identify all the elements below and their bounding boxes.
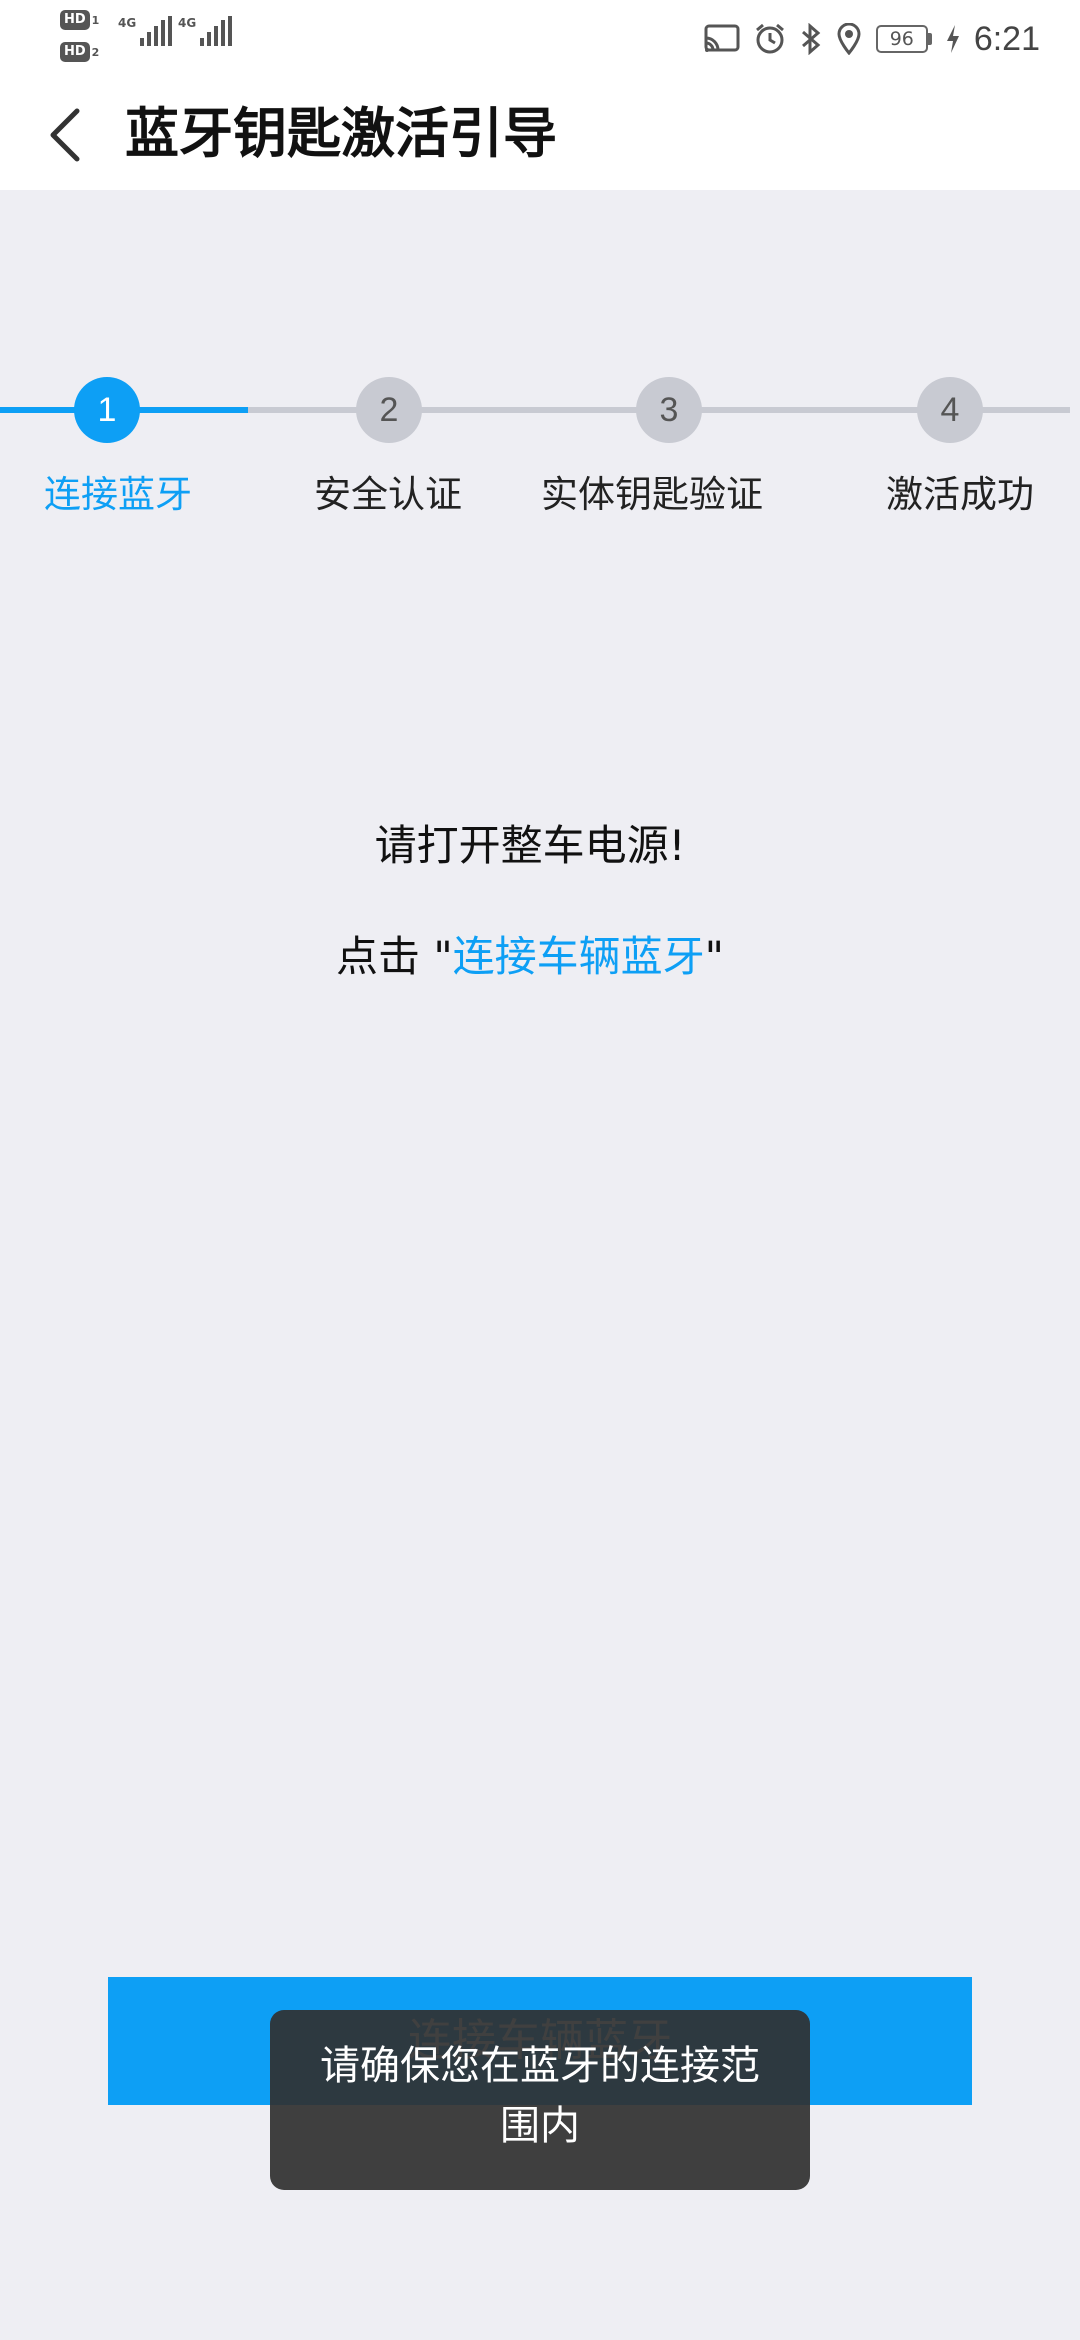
step-2-label: 安全认证 bbox=[314, 473, 462, 516]
connect-bluetooth-link[interactable]: 连接车辆蓝牙 bbox=[453, 932, 705, 981]
status-bar: HD 1 HD 2 4G 4G 96 6:21 bbox=[0, 0, 1080, 78]
step-2-circle: 2 bbox=[356, 377, 422, 443]
step-3-circle: 3 bbox=[636, 377, 702, 443]
step-1-label: 连接蓝牙 bbox=[44, 473, 192, 516]
signal-strength-2-icon: 4G bbox=[178, 16, 233, 46]
alarm-icon bbox=[755, 23, 784, 54]
sim1-hd-badge: HD 1 bbox=[60, 8, 112, 32]
clock: 6:21 bbox=[973, 19, 1040, 58]
status-icons: 96 6:21 bbox=[704, 14, 1040, 64]
step-1-circle: 1 bbox=[74, 377, 140, 443]
toast-message: 请确保您在蓝牙的连接范围内 bbox=[270, 2010, 810, 2190]
charging-icon bbox=[946, 25, 959, 53]
activation-stepper: 1 2 3 4 连接蓝牙 安全认证 实体钥匙验证 激活成功 bbox=[0, 370, 1080, 530]
chevron-left-icon bbox=[50, 108, 80, 162]
click-connect-instruction: 点击 "连接车辆蓝牙" bbox=[335, 932, 724, 981]
step-4-circle: 4 bbox=[917, 377, 983, 443]
step-3-label: 实体钥匙验证 bbox=[541, 473, 763, 516]
step-4-label: 激活成功 bbox=[886, 473, 1034, 516]
location-icon bbox=[837, 23, 861, 55]
cast-icon bbox=[704, 24, 740, 52]
bluetooth-icon bbox=[801, 23, 821, 55]
back-button[interactable] bbox=[30, 100, 100, 170]
signal-strength-1-icon: 4G bbox=[118, 16, 173, 46]
page-title: 蓝牙钥匙激活引导 bbox=[125, 102, 557, 165]
sim2-hd-badge: HD 2 bbox=[60, 40, 112, 64]
title-bar: 蓝牙钥匙激活引导 bbox=[0, 78, 1080, 190]
battery-icon: 96 bbox=[875, 25, 932, 53]
power-on-instruction: 请打开整车电源! bbox=[374, 821, 686, 870]
